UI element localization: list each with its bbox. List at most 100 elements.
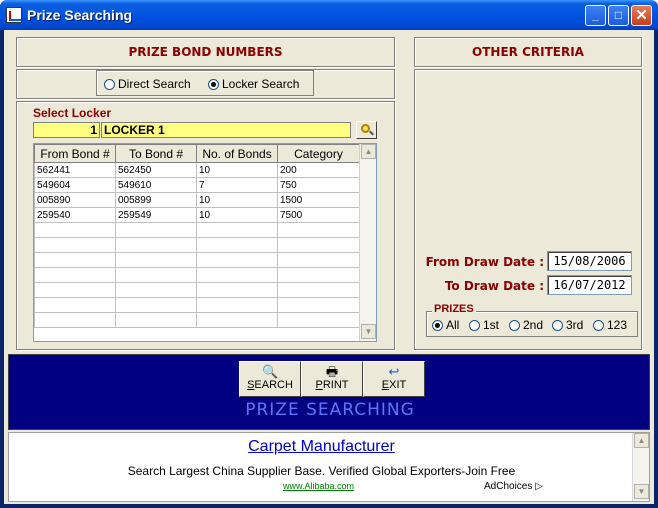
search-document-icon: 🔍 — [262, 364, 279, 379]
cell-category: 7500 — [277, 207, 360, 223]
cell-from-bond: 259540 — [34, 207, 116, 223]
from-draw-date-label: From Draw Date : — [425, 255, 544, 269]
prize-3rd-label: 3rd — [566, 318, 584, 332]
radio-indicator-selected — [208, 78, 219, 90]
other-criteria-header-panel: OTHER CRITERIA — [414, 37, 642, 67]
prize-bond-header-panel: PRIZE BOND NUMBERS — [16, 37, 395, 67]
prize-bond-header: PRIZE BOND NUMBERS — [128, 45, 283, 59]
direct-search-radio[interactable]: Direct Search — [104, 77, 191, 91]
scroll-down-icon[interactable]: ▼ — [361, 324, 376, 339]
ad-url-link[interactable]: www.Alibaba.com — [283, 481, 354, 491]
empty-row — [34, 312, 360, 328]
locker-name-field[interactable]: LOCKER 1 — [101, 122, 351, 138]
empty-row — [34, 252, 360, 268]
minimize-button[interactable]: _ — [585, 5, 606, 26]
radio-indicator — [593, 319, 604, 331]
close-button[interactable]: ✕ — [631, 5, 652, 26]
cell-to-bond: 549610 — [115, 177, 197, 193]
banner-title: PRIZE SEARCHING — [245, 400, 415, 420]
ad-scrollbar[interactable]: ▲ ▼ — [632, 433, 649, 501]
cell-to-bond: 259549 — [115, 207, 197, 223]
prize-2nd-radio[interactable]: 2nd — [509, 318, 543, 332]
radio-indicator — [104, 78, 115, 90]
cell-from-bond: 549604 — [34, 177, 116, 193]
search-mode-group: Direct Search Locker Search — [96, 70, 314, 96]
cell-no-of-bonds: 10 — [196, 162, 278, 178]
cell-no-of-bonds: 10 — [196, 207, 278, 223]
table-row[interactable]: 005890 005899 10 1500 — [34, 192, 360, 208]
select-locker-label: Select Locker — [33, 106, 112, 120]
client-area: PRIZE BOND NUMBERS Direct Search Locker … — [4, 30, 654, 504]
table-row[interactable]: 549604 549610 7 750 — [34, 177, 360, 193]
empty-row — [34, 222, 360, 238]
grid-header-row: From Bond # To Bond # No. of Bonds Categ… — [34, 144, 360, 163]
title-bar[interactable]: Prize Searching _ □ ✕ — [0, 0, 658, 30]
cell-to-bond: 562450 — [115, 162, 197, 178]
col-category[interactable]: Category — [277, 144, 360, 163]
other-criteria-header: OTHER CRITERIA — [472, 45, 584, 59]
window-title: Prize Searching — [27, 7, 133, 23]
scroll-up-icon[interactable]: ▲ — [361, 144, 376, 159]
col-to-bond[interactable]: To Bond # — [115, 144, 197, 163]
table-row[interactable]: 259540 259549 10 7500 — [34, 207, 360, 223]
radio-indicator-selected — [432, 319, 443, 331]
to-draw-date-label: To Draw Date : — [444, 279, 544, 293]
search-button-label: SEARCH — [247, 379, 293, 391]
action-band: 🔍 SEARCH 🖶 PRINT ↩ EXIT PRIZE SEARCHING — [8, 354, 650, 430]
magnifier-handle — [369, 130, 374, 136]
radio-indicator — [469, 319, 480, 331]
cell-no-of-bonds: 10 — [196, 192, 278, 208]
bond-grid[interactable]: From Bond # To Bond # No. of Bonds Categ… — [33, 143, 377, 342]
table-row[interactable]: 562441 562450 10 200 — [34, 162, 360, 178]
prize-3rd-radio[interactable]: 3rd — [552, 318, 583, 332]
bond-table: From Bond # To Bond # No. of Bonds Categ… — [34, 144, 360, 328]
prize-1st-label: 1st — [483, 318, 500, 332]
locker-search-label: Locker Search — [222, 77, 300, 91]
prize-1st-radio[interactable]: 1st — [469, 318, 499, 332]
col-from-bond[interactable]: From Bond # — [34, 144, 116, 163]
radio-indicator — [552, 319, 563, 331]
scroll-up-icon[interactable]: ▲ — [634, 433, 649, 448]
prize-123-radio[interactable]: 123 — [593, 318, 627, 332]
exit-button[interactable]: ↩ EXIT — [363, 361, 425, 397]
ad-panel: Carpet Manufacturer Search Largest China… — [8, 432, 650, 502]
locker-lookup-button[interactable] — [356, 121, 377, 139]
col-no-of-bonds[interactable]: No. of Bonds — [196, 144, 278, 163]
prize-all-label: All — [446, 318, 460, 332]
direct-search-label: Direct Search — [118, 77, 191, 91]
to-draw-date-field[interactable]: 16/07/2012 — [547, 275, 632, 295]
print-button-label: PRINT — [315, 379, 349, 391]
print-button[interactable]: 🖶 PRINT — [301, 361, 363, 397]
prize-2nd-label: 2nd — [523, 318, 544, 332]
empty-row — [34, 237, 360, 253]
exit-icon: ↩ — [388, 364, 400, 379]
search-button[interactable]: 🔍 SEARCH — [239, 361, 301, 397]
adchoices-link[interactable]: AdChoices ▷ — [484, 481, 543, 492]
prize-all-radio[interactable]: All — [432, 318, 459, 332]
cell-category: 200 — [277, 162, 360, 178]
prizes-title: PRIZES — [432, 303, 476, 315]
cell-from-bond: 005890 — [34, 192, 116, 208]
empty-row — [34, 297, 360, 313]
exit-button-label: EXIT — [381, 379, 407, 391]
adchoices-icon: ▷ — [535, 481, 543, 492]
empty-row — [34, 267, 360, 283]
from-draw-date-field[interactable]: 15/08/2006 — [547, 251, 632, 271]
ad-body: Search Largest China Supplier Base. Veri… — [127, 464, 516, 478]
printer-icon: 🖶 — [325, 364, 339, 379]
locker-number-field[interactable]: 1 — [33, 122, 100, 138]
app-icon — [6, 7, 22, 23]
empty-row — [34, 282, 360, 298]
radio-indicator — [509, 319, 520, 331]
ad-headline-link[interactable]: Carpet Manufacturer — [9, 438, 634, 456]
cell-category: 1500 — [277, 192, 360, 208]
cell-category: 750 — [277, 177, 360, 193]
grid-scrollbar[interactable]: ▲ ▼ — [359, 144, 376, 341]
maximize-button[interactable]: □ — [608, 5, 629, 26]
prize-123-label: 123 — [607, 318, 628, 332]
app-window: Prize Searching _ □ ✕ PRIZE BOND NUMBERS… — [0, 0, 658, 508]
scroll-down-icon[interactable]: ▼ — [634, 484, 649, 499]
cell-from-bond: 562441 — [34, 162, 116, 178]
locker-search-radio[interactable]: Locker Search — [208, 77, 299, 91]
cell-to-bond: 005899 — [115, 192, 197, 208]
